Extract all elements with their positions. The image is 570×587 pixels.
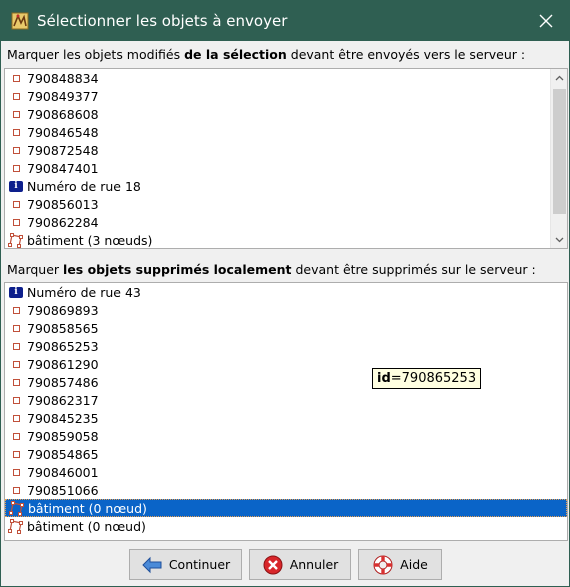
list-item-label: 790846001 [27, 464, 99, 480]
list-item[interactable]: 790872548 [5, 141, 550, 159]
scroll-thumb[interactable] [553, 89, 566, 214]
node-icon [7, 195, 25, 213]
list-item-label: bâtiment (0 nœud) [28, 500, 147, 516]
list-item[interactable]: 790857486 [5, 373, 567, 391]
node-icon [7, 409, 25, 427]
list-item-label: 790851066 [27, 482, 99, 498]
list-item[interactable]: 790849377 [5, 87, 550, 105]
deleted-objects-list[interactable]: i Numéro de rue 43 790869893 790858565 79086… [4, 282, 568, 541]
scroll-down-button[interactable] [551, 231, 567, 248]
list-item[interactable]: 790865253 [5, 337, 567, 355]
list-item-label: 790859058 [27, 428, 99, 444]
modified-scrollbar[interactable] [550, 69, 567, 248]
list-item-label: 790858565 [27, 320, 99, 336]
node-icon [7, 463, 25, 481]
way-icon [7, 517, 25, 535]
list-item-label: Numéro de rue 43 [27, 284, 141, 300]
continue-button[interactable]: Continuer [129, 549, 242, 580]
cancel-button[interactable]: Annuler [249, 549, 351, 580]
list-item[interactable]: 790858565 [5, 319, 567, 337]
list-item[interactable]: 790845235 [5, 409, 567, 427]
chevron-down-icon [555, 237, 564, 242]
list-item[interactable]: 790856013 [5, 195, 550, 213]
info-poi-icon: i [7, 283, 25, 301]
scroll-up-button[interactable] [551, 69, 567, 86]
list-item[interactable]: bâtiment (0 nœud) [5, 517, 567, 535]
id-tooltip: id =790865253 [372, 368, 482, 389]
list-item-label: 790862317 [27, 392, 99, 408]
list-item[interactable]: 790859058 [5, 427, 567, 445]
node-icon [7, 105, 25, 123]
list-item-label: 790856013 [27, 196, 99, 212]
close-button[interactable] [523, 1, 569, 41]
cancel-icon [262, 554, 284, 576]
upload-arrow-icon [141, 554, 163, 576]
title-bar[interactable]: Sélectionner les objets à envoyer [1, 1, 569, 41]
list-item-label: 790865253 [27, 338, 99, 354]
node-icon [7, 213, 25, 231]
node-icon [7, 87, 25, 105]
list-item[interactable]: 790846001 [5, 463, 567, 481]
list-item-label: 790861290 [27, 356, 99, 372]
deleted-section-label: Marquer les objets supprimés localement … [7, 262, 536, 277]
list-item-label: 790862284 [27, 214, 99, 230]
node-icon [7, 337, 25, 355]
dialog-window: Sélectionner les objets à envoyer Marque… [0, 0, 570, 587]
list-item-label: 790868608 [27, 106, 99, 122]
node-icon [7, 319, 25, 337]
list-item-label: 790857486 [27, 374, 99, 390]
node-icon [7, 123, 25, 141]
list-item-label: 790854865 [27, 446, 99, 462]
node-icon [7, 301, 25, 319]
way-icon [7, 231, 25, 248]
list-item[interactable]: bâtiment (3 nœuds) [5, 231, 550, 248]
node-icon [7, 69, 25, 87]
list-item[interactable]: 790861290 [5, 355, 567, 373]
info-poi-icon: i [7, 177, 25, 195]
node-icon [7, 427, 25, 445]
list-item[interactable]: bâtiment (0 nœud) [5, 499, 567, 517]
node-icon [7, 141, 25, 159]
node-icon [7, 481, 25, 499]
list-item[interactable]: 790847401 [5, 159, 550, 177]
list-item-label: Numéro de rue 18 [27, 178, 141, 194]
list-item[interactable]: 790848834 [5, 69, 550, 87]
list-item-label: 790849377 [27, 88, 99, 104]
lifebuoy-icon [372, 554, 394, 576]
close-icon [539, 14, 553, 28]
list-item-label: bâtiment (3 nœuds) [27, 232, 153, 248]
help-button[interactable]: Aide [358, 549, 442, 580]
list-item-label: 790845235 [27, 410, 99, 426]
chevron-up-icon [555, 75, 564, 80]
list-item[interactable]: 790869893 [5, 301, 567, 319]
node-icon [7, 445, 25, 463]
node-icon [7, 355, 25, 373]
list-item[interactable]: 790868608 [5, 105, 550, 123]
list-item[interactable]: 790862284 [5, 213, 550, 231]
window-title: Sélectionner les objets à envoyer [37, 12, 288, 30]
list-item[interactable]: 790854865 [5, 445, 567, 463]
way-icon [8, 499, 26, 517]
modified-section-label: Marquer les objets modifiés de la sélect… [7, 47, 526, 62]
list-item[interactable]: 790846548 [5, 123, 550, 141]
node-icon [7, 159, 25, 177]
list-item-label: 790848834 [27, 70, 99, 86]
list-item[interactable]: 790862317 [5, 391, 567, 409]
list-item[interactable]: i Numéro de rue 43 [5, 283, 567, 301]
modified-objects-list[interactable]: 790848834 790849377 790868608 790846548 7908… [4, 68, 568, 249]
list-item-label: 790847401 [27, 160, 99, 176]
list-item[interactable]: i Numéro de rue 18 [5, 177, 550, 195]
list-item-label: 790872548 [27, 142, 99, 158]
list-item-label: 790869893 [27, 302, 99, 318]
node-icon [7, 391, 25, 409]
list-item[interactable]: 790851066 [5, 481, 567, 499]
list-item-label: bâtiment (0 nœud) [27, 518, 146, 534]
node-icon [7, 373, 25, 391]
list-item-label: 790846548 [27, 124, 99, 140]
josm-app-icon [11, 12, 29, 30]
